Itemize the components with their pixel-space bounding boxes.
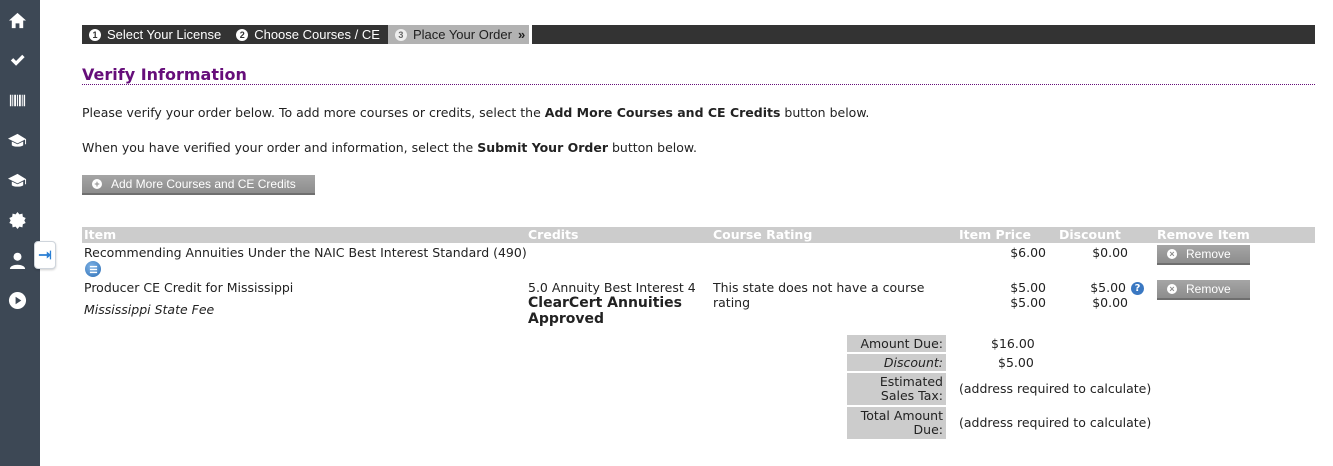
amount-due-value: $16.00 — [991, 336, 1035, 351]
order-table-header: Item Credits Course Rating Item Price Di… — [82, 227, 1315, 243]
item-price: $6.00 — [1010, 245, 1046, 260]
remove-icon: × — [1167, 249, 1177, 259]
button-label: Add More Courses and CE Credits — [111, 177, 296, 191]
add-more-courses-button[interactable]: + Add More Courses and CE Credits — [82, 175, 315, 195]
credits-text: 5.0 Annuity Best Interest 4 — [528, 280, 696, 295]
total-amount-label: Total Amount Due: — [847, 407, 946, 439]
item-discount: $0.00 — [1092, 245, 1128, 260]
col-course-rating: Course Rating — [713, 227, 813, 242]
credits-approval-2: Approved — [528, 311, 605, 327]
page-title: Verify Information — [82, 65, 247, 84]
button-label: Remove — [1186, 282, 1231, 296]
step-number: 2 — [236, 28, 249, 41]
item-name: Producer CE Credit for Mississippi — [84, 280, 294, 295]
item-sub-discount: $0.00 — [1092, 295, 1128, 310]
step-place-order[interactable]: 3 Place Your Order » — [387, 25, 533, 44]
plus-icon: + — [92, 179, 102, 189]
course-rating-text-2: rating — [713, 295, 751, 310]
chevron-right-icon: » — [517, 27, 526, 42]
credits-approval: ClearCert Annuities — [528, 295, 683, 311]
item-price: $5.00 — [1010, 280, 1046, 295]
item-sub-name: Mississippi State Fee — [84, 302, 215, 317]
step-label: Select Your License — [107, 27, 222, 42]
badge-icon[interactable] — [6, 209, 28, 231]
course-rating-text: This state does not have a course — [713, 280, 925, 295]
graduation-cap-icon[interactable] — [6, 169, 28, 191]
remove-icon: × — [1167, 284, 1177, 294]
item-sub-price: $5.00 — [1010, 295, 1046, 310]
amount-due-label: Amount Due: — [847, 335, 946, 352]
remove-button[interactable]: × Remove — [1157, 245, 1250, 265]
intro-text-1: Please verify your order below. To add m… — [82, 105, 870, 120]
step-label: Choose Courses / CE — [254, 27, 380, 42]
graduation-cap-icon[interactable] — [6, 129, 28, 151]
col-remove-item: Remove Item — [1157, 227, 1250, 242]
check-icon[interactable] — [6, 49, 28, 71]
step-select-license[interactable]: 1 Select Your License — [82, 25, 229, 44]
button-label: Remove — [1186, 247, 1231, 261]
col-item-price: Item Price — [959, 227, 1031, 242]
item-discount: $5.00 — [1090, 280, 1126, 295]
home-icon[interactable] — [6, 9, 28, 31]
item-name: Recommending Annuities Under the NAIC Be… — [84, 245, 527, 260]
expand-sidebar-button[interactable] — [34, 241, 56, 269]
sales-tax-value: (address required to calculate) — [959, 381, 1152, 396]
discount-label: Discount: — [847, 354, 946, 371]
play-icon[interactable] — [6, 289, 28, 311]
barcode-icon[interactable] — [6, 89, 28, 111]
checkout-steps: 1 Select Your License 2 Choose Courses /… — [82, 25, 1315, 44]
course-info-icon[interactable] — [85, 261, 101, 277]
intro-text-2: When you have verified your order and in… — [82, 140, 697, 155]
step-number: 3 — [394, 28, 407, 41]
title-divider — [82, 84, 1315, 85]
col-discount: Discount — [1059, 227, 1121, 242]
step-choose-courses[interactable]: 2 Choose Courses / CE — [229, 25, 388, 44]
help-icon[interactable]: ? — [1131, 282, 1144, 295]
user-icon[interactable] — [6, 249, 28, 271]
step-number: 1 — [89, 28, 101, 41]
col-item: Item — [84, 227, 117, 242]
sidebar — [0, 0, 40, 466]
total-amount-value: (address required to calculate) — [959, 415, 1152, 430]
arrow-right-icon — [38, 250, 52, 260]
discount-value: $5.00 — [998, 355, 1034, 370]
col-credits: Credits — [528, 227, 579, 242]
sales-tax-label: Estimated Sales Tax: — [847, 373, 946, 405]
remove-button[interactable]: × Remove — [1157, 280, 1250, 300]
step-label: Place Your Order — [412, 27, 512, 42]
